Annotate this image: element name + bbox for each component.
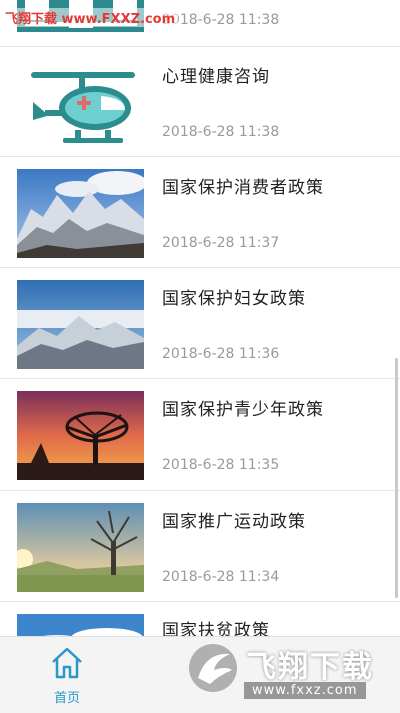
article-title: 国家保护妇女政策 — [162, 289, 306, 309]
article-title: 国家保护消费者政策 — [162, 178, 324, 198]
article-title: 国家扶贫政策 — [162, 621, 270, 636]
mountain-clouds-image — [17, 280, 144, 369]
article-list: 2018-6-28 11:38 心理健康咨询 2018-6-28 11:38 国… — [0, 0, 400, 636]
watermark-logo-text: 飞翔下载 — [246, 650, 374, 685]
tab-home-label: 首页 — [53, 691, 80, 706]
article-time: 2018-6-28 11:35 — [162, 457, 280, 473]
tab-home[interactable]: 首页 — [32, 643, 102, 709]
list-item[interactable]: 心理健康咨询 2018-6-28 11:38 — [0, 46, 400, 157]
article-title: 国家推广运动政策 — [162, 512, 306, 532]
article-time: 2018-6-28 11:36 — [162, 346, 280, 362]
home-icon — [52, 647, 82, 679]
article-title: 国家保护青少年政策 — [162, 400, 324, 420]
list-item[interactable]: 国家保护青少年政策 2018-6-28 11:35 — [0, 379, 400, 491]
list-item[interactable]: 国家扶贫政策 — [0, 602, 400, 636]
watermark-logo-icon — [186, 640, 240, 696]
bare-tree-image — [17, 503, 144, 592]
list-item[interactable]: 国家推广运动政策 2018-6-28 11:34 — [0, 491, 400, 602]
list-item[interactable]: 国家保护消费者政策 2018-6-28 11:37 — [0, 157, 400, 268]
article-time: 2018-6-28 11:37 — [162, 235, 280, 251]
helicopter-icon — [17, 58, 144, 147]
article-time: 2018-6-28 11:34 — [162, 569, 280, 585]
watermark-url: www.fxxz.com — [244, 682, 366, 699]
article-title: 心理健康咨询 — [162, 67, 270, 87]
list-item[interactable]: 国家保护妇女政策 2018-6-28 11:36 — [0, 268, 400, 379]
sky-clouds-image — [17, 614, 144, 636]
article-time: 2018-6-28 11:38 — [162, 124, 280, 140]
article-time: 2018-6-28 11:38 — [162, 12, 280, 28]
scrollbar[interactable] — [395, 358, 398, 598]
sunset-tree-image — [17, 391, 144, 480]
snowy-mountain-image — [17, 169, 144, 258]
watermark-text: 飞翔下载 www.FXXZ.com — [2, 8, 179, 27]
